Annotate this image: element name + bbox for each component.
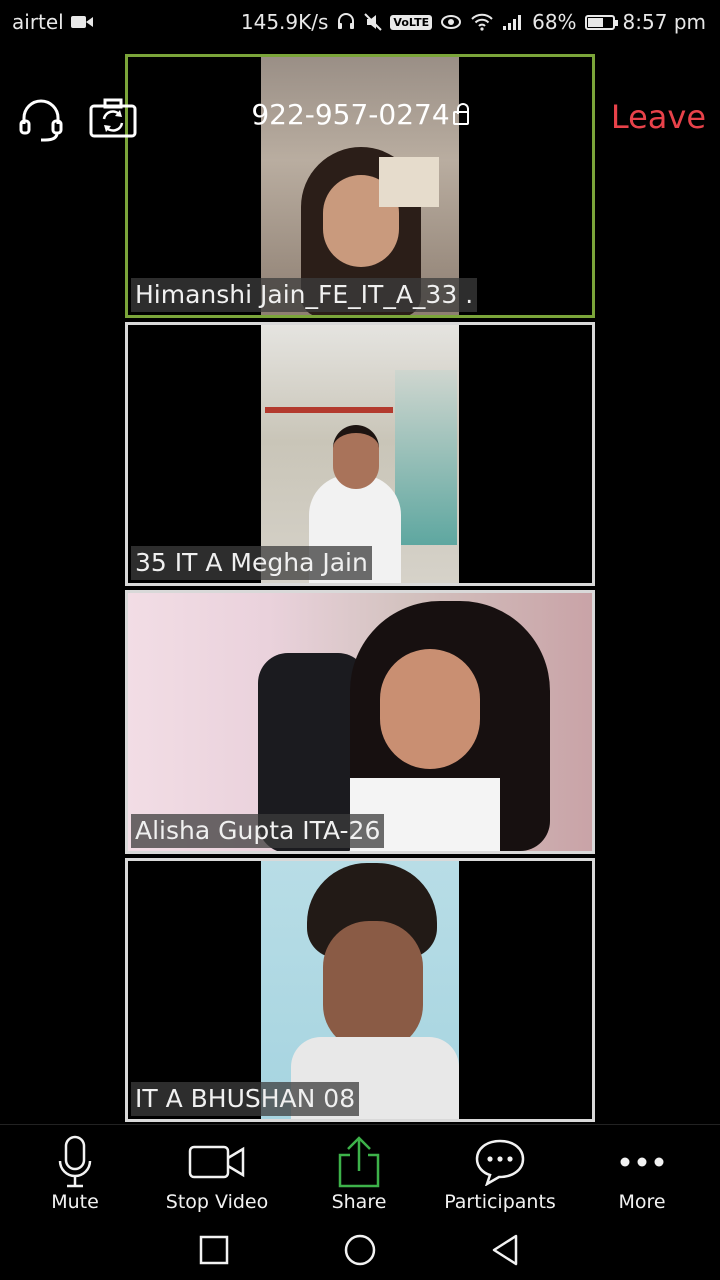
- video-tile-4[interactable]: IT A BHUSHAN 08: [125, 858, 595, 1122]
- status-right: 145.9K/s VoLTE 68% 8:57 pm: [241, 10, 706, 34]
- stop-video-button[interactable]: Stop Video: [147, 1135, 287, 1213]
- participants-label: Participants: [444, 1191, 556, 1213]
- mute-status-icon: [364, 13, 383, 31]
- video-tile-2[interactable]: 35 IT A Megha Jain: [125, 322, 595, 586]
- status-left: airtel: [12, 10, 94, 34]
- participant-name-4: IT A BHUSHAN 08: [131, 1082, 360, 1116]
- meeting-id: 922-957-0274: [251, 98, 450, 131]
- mute-label: Mute: [51, 1191, 99, 1213]
- battery-icon: [584, 14, 618, 30]
- carrier-label: airtel: [12, 10, 64, 34]
- net-speed: 145.9K/s: [240, 10, 329, 34]
- participants-button[interactable]: Participants: [430, 1135, 570, 1213]
- video-tile-3[interactable]: Alisha Gupta ITA-26: [125, 590, 595, 854]
- leave-button[interactable]: Leave: [611, 98, 706, 136]
- recent-apps-icon[interactable]: [196, 1232, 232, 1268]
- share-button[interactable]: Share: [289, 1135, 429, 1213]
- participant-name-3: Alisha Gupta ITA-26: [131, 814, 385, 848]
- wifi-icon: [471, 13, 493, 31]
- participant-video-2: [261, 325, 459, 583]
- more-button[interactable]: More: [572, 1135, 712, 1213]
- headset-status-icon: [338, 13, 355, 29]
- mute-button[interactable]: Mute: [5, 1135, 145, 1213]
- more-label: More: [618, 1191, 666, 1213]
- participant-name-1: Himanshi Jain_FE_IT_A_33 .: [131, 278, 478, 312]
- system-nav-bar: [0, 1220, 720, 1280]
- volte-badge: VoLTE: [390, 14, 433, 30]
- participant-face-2: [333, 425, 379, 489]
- wall-poster: [379, 157, 439, 207]
- stop-video-label: Stop Video: [165, 1191, 269, 1213]
- participant-video-3: [128, 593, 592, 851]
- video-notification-icon: [70, 16, 93, 28]
- participant-face-4: [323, 921, 423, 1051]
- home-icon[interactable]: [342, 1232, 378, 1268]
- back-icon[interactable]: [488, 1232, 524, 1268]
- participant-name-2: 35 IT A Megha Jain: [131, 546, 372, 580]
- share-label: Share: [331, 1191, 387, 1213]
- microphone-icon: [58, 1135, 92, 1188]
- shelf: [265, 407, 393, 413]
- battery-fill: [587, 17, 603, 27]
- battery-percent: 68%: [532, 10, 577, 34]
- participant-face-3: [380, 649, 480, 769]
- lock-icon: [452, 103, 469, 125]
- eye-icon: [441, 15, 462, 29]
- status-bar: airtel 145.9K/s VoLTE 68% 8:57 pm: [0, 0, 720, 46]
- signal-icon: [503, 15, 522, 30]
- clock: 8:57 pm: [622, 10, 706, 34]
- share-upload-icon: [338, 1136, 380, 1188]
- meeting-controls: Mute Stop Video Share Participants More: [0, 1124, 720, 1221]
- wardrobe: [395, 370, 457, 545]
- meeting-toolbar: 922-957-0274 Leave: [0, 84, 720, 152]
- chat-bubble-icon: [475, 1139, 525, 1186]
- more-dots-icon: [620, 1157, 664, 1167]
- video-camera-icon: [188, 1145, 245, 1179]
- participant-video-4: [261, 861, 459, 1119]
